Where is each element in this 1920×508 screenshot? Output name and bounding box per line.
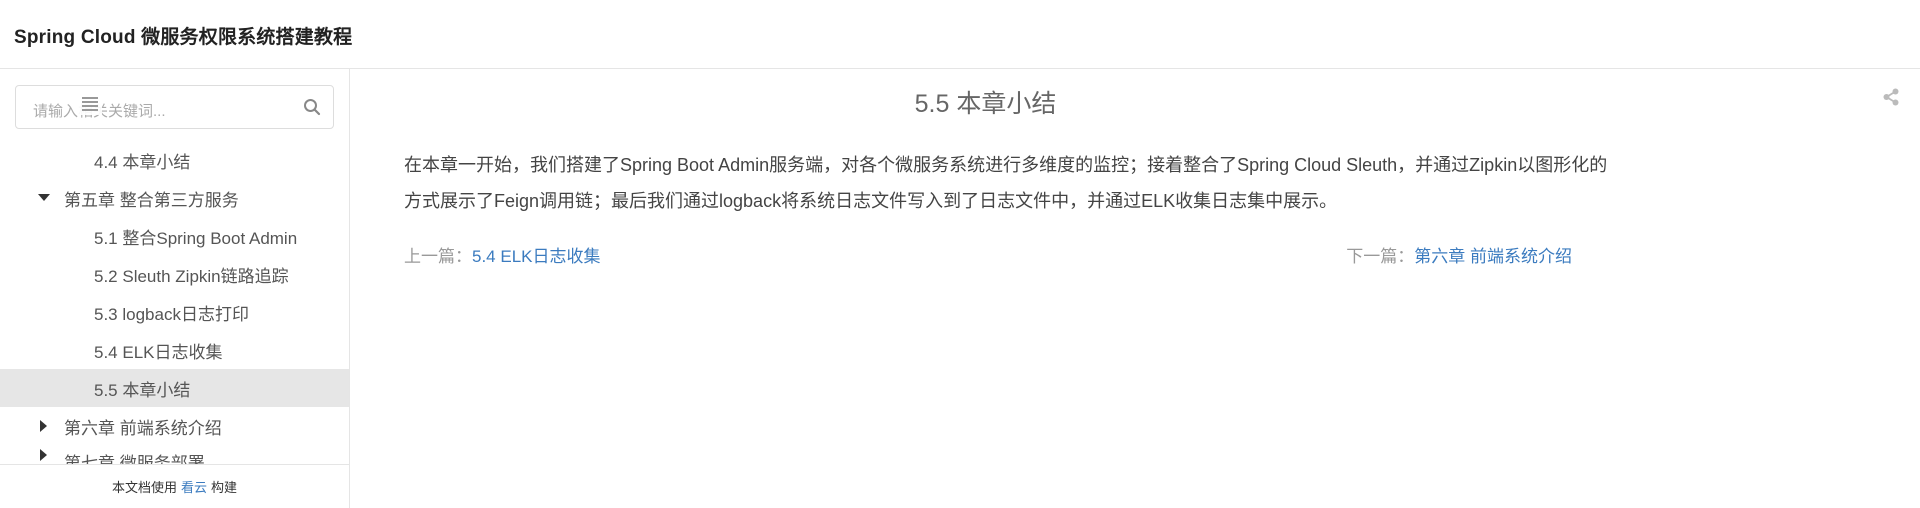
toc-item-label: 5.1 整合Spring Boot Admin	[94, 228, 298, 248]
next-page: 下一篇：第六章 前端系统介绍	[1346, 242, 1572, 267]
toc-item[interactable]: 5.3 logback日志打印	[0, 293, 349, 331]
footer-suffix: 构建	[211, 480, 238, 495]
share-icon[interactable]	[1882, 88, 1900, 111]
caret-right-icon[interactable]	[38, 449, 50, 461]
prev-link[interactable]: 5.4 ELK日志收集	[472, 247, 601, 266]
toc-item[interactable]: 5.2 Sleuth Zipkin链路追踪	[0, 255, 349, 293]
main-content: 5.5 本章小结 在本章一开始，我们搭建了Spring Boot Admin服务…	[351, 69, 1920, 508]
top-header: Spring Cloud 微服务权限系统搭建教程	[0, 0, 1920, 69]
toc-item-active[interactable]: 5.5 本章小结	[0, 369, 349, 407]
caret-down-icon[interactable]	[38, 192, 50, 204]
sidebar-footer: 本文档使用 看云 构建	[0, 464, 349, 508]
table-of-contents: 4.4 本章小结 第五章 整合第三方服务 5.1 整合Spring Boot A…	[0, 141, 349, 465]
toc-chapter[interactable]: 第六章 前端系统介绍	[0, 407, 349, 445]
toc-chapter[interactable]: 第七章 微服务部署	[0, 445, 349, 465]
next-link[interactable]: 第六章 前端系统介绍	[1414, 247, 1572, 266]
toc-item-label: 第六章 前端系统介绍	[64, 418, 222, 438]
toc-item-label: 第五章 整合第三方服务	[64, 190, 239, 210]
toc-item-label: 5.5 本章小结	[94, 380, 191, 400]
toc-item[interactable]: 5.1 整合Spring Boot Admin	[0, 217, 349, 255]
toc-item-label: 4.4 本章小结	[94, 152, 191, 172]
footer-link[interactable]: 看云	[181, 477, 207, 496]
sidebar: 请输入相关关键词... 4.4 本章小结 第五章 整合第三方服务	[0, 69, 350, 508]
toc-item-label: 第七章 微服务部署	[64, 454, 205, 465]
toc-item-label: 5.4 ELK日志收集	[94, 342, 223, 362]
toc-item[interactable]: 5.4 ELK日志收集	[0, 331, 349, 369]
toc-item[interactable]: 4.4 本章小结	[0, 141, 349, 179]
prev-label: 上一篇：	[404, 247, 472, 266]
search-input[interactable]: 请输入相关关键词...	[15, 85, 334, 129]
book-title[interactable]: Spring Cloud 微服务权限系统搭建教程	[14, 22, 352, 49]
footer-prefix: 本文档使用	[111, 480, 177, 495]
search-icon[interactable]	[303, 98, 321, 121]
menu-icon[interactable]	[78, 93, 102, 115]
toc-item-label: 5.2 Sleuth Zipkin链路追踪	[94, 266, 289, 286]
next-label: 下一篇：	[1346, 247, 1415, 266]
caret-right-icon[interactable]	[38, 420, 50, 432]
page-title: 5.5 本章小结	[914, 90, 1057, 118]
prev-page: 上一篇：5.4 ELK日志收集	[404, 242, 601, 267]
article-paragraph: 在本章一开始，我们搭建了Spring Boot Admin服务端，对各个微服务系…	[404, 155, 1608, 211]
toc-chapter[interactable]: 第五章 整合第三方服务	[0, 179, 349, 217]
toc-item-label: 5.3 logback日志打印	[94, 304, 249, 324]
